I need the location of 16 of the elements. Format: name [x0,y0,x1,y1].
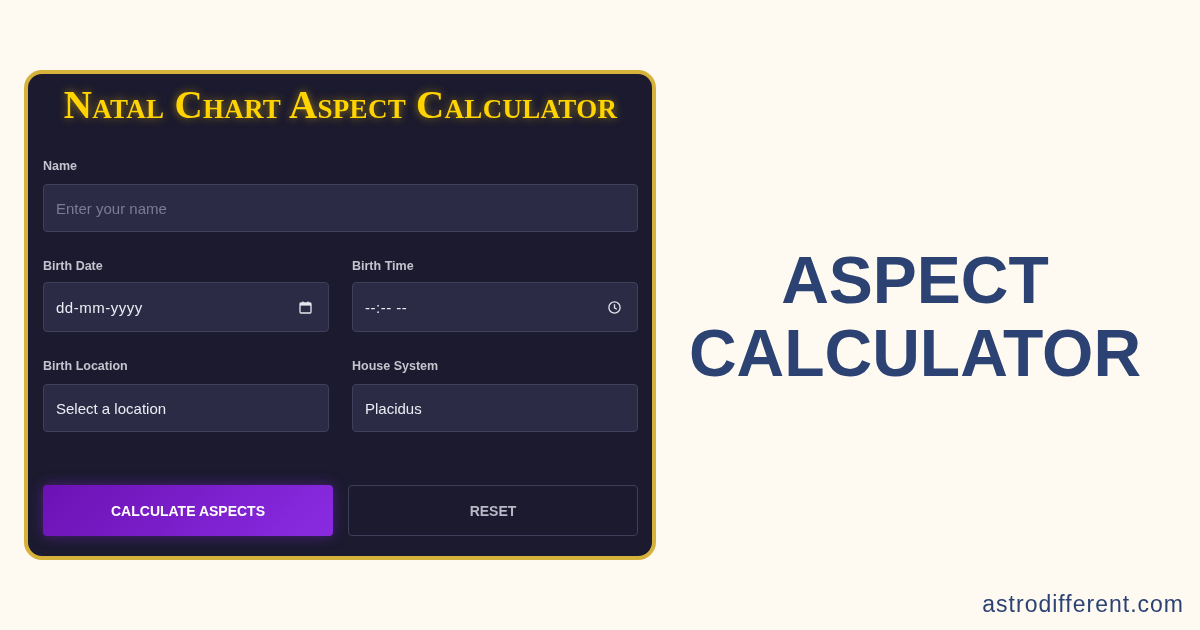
card-title: Natal Chart Aspect Calculator [63,86,618,124]
calendar-icon[interactable] [299,300,312,314]
reset-button[interactable]: RESET [348,485,638,536]
select-field[interactable]: Select a location [43,384,329,432]
field-label: Name [43,158,78,174]
website-url: astrodifferent.com [982,591,1184,618]
headline: ASPECT CALCULATOR [687,244,1143,390]
calculate-button[interactable]: CALCULATE ASPECTS [43,485,333,536]
field-label: Birth Time [352,258,414,274]
field-label: Birth Date [43,258,103,274]
time-input[interactable]: --:-- -- [352,282,638,332]
select-field[interactable]: Placidus [352,384,638,432]
field-label: Birth Location [43,358,128,374]
field-label: House System [352,358,439,374]
clock-icon[interactable] [608,300,621,314]
date-input[interactable]: dd-mm-yyyy [43,282,329,332]
